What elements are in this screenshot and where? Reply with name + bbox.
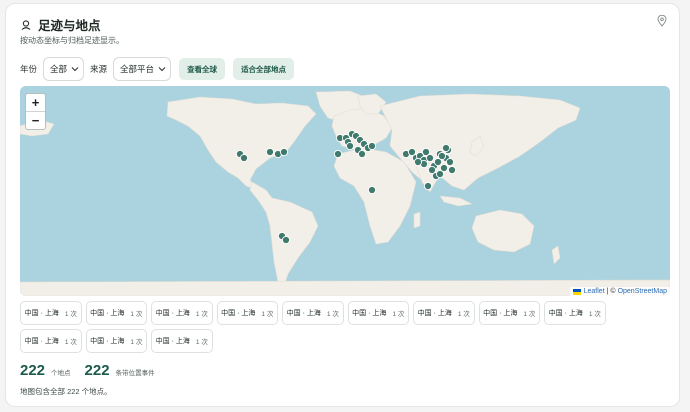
place-marker[interactable] [367,185,377,195]
leaflet-link[interactable]: Leaflet [584,288,605,295]
place-marker[interactable] [425,153,435,163]
place-chip-count: 1 次 [130,339,143,346]
place-marker[interactable] [281,235,291,245]
place-chip-count: 1 次 [130,311,143,318]
place-chip[interactable]: 中国 · 上海 1 次 [216,301,278,325]
events-count: 222 [84,362,110,379]
place-chip[interactable]: 中国 · 上海 1 次 [347,301,409,325]
attribution-separator: | © [606,288,616,295]
place-marker[interactable] [367,141,377,151]
place-chip-name: 中国 · 上海 [155,310,190,317]
place-chip-name: 中国 · 上海 [483,310,518,317]
page-title: 足迹与地点 [38,19,101,33]
place-marker[interactable] [345,141,355,151]
map-canvas[interactable] [20,86,670,296]
place-chip-name: 中国 · 上海 [417,310,452,317]
place-marker[interactable] [445,157,455,167]
place-chip[interactable]: 中国 · 上海 1 次 [151,301,213,325]
stats-row: 222 个地点 222 条带位置事件 [20,362,163,379]
place-marker[interactable] [265,147,275,157]
place-chip-count: 1 次 [195,339,208,346]
place-marker[interactable] [437,151,447,161]
place-chip-count: 1 次 [195,311,208,318]
source-select-value: 全部平台 [120,64,155,74]
places-count-label: 个地点 [51,370,71,377]
place-chip-name: 中国 · 上海 [352,310,387,317]
year-label: 年份 [20,64,38,74]
place-chip-name: 中国 · 上海 [155,338,190,345]
place-marker[interactable] [239,153,249,163]
place-chip-list: 中国 · 上海 1 次中国 · 上海 1 次中国 · 上海 1 次中国 · 上海 1 次… [20,301,620,353]
fit-all-places-button[interactable]: 适合全部地点 [233,58,295,80]
chevron-down-icon [158,67,166,72]
places-count: 222 [20,362,46,379]
place-chip-name: 中国 · 上海 [90,310,125,317]
place-marker[interactable] [423,181,433,191]
place-chip-name: 中国 · 上海 [548,310,583,317]
zoom-control: + − [25,93,46,130]
source-label: 来源 [90,64,108,74]
osm-link[interactable]: OpenStreetMap [618,288,667,295]
place-chip-name: 中国 · 上海 [24,310,59,317]
place-marker[interactable] [279,147,289,157]
map-footnote: 地图包含全部 222 个地点。 [20,387,112,396]
place-chip-count: 1 次 [261,311,274,318]
place-chip-count: 1 次 [326,311,339,318]
place-chip[interactable]: 中国 · 上海 1 次 [20,329,82,353]
place-marker[interactable] [435,169,445,179]
place-chip[interactable]: 中国 · 上海 1 次 [413,301,475,325]
place-marker[interactable] [413,157,423,167]
place-marker[interactable] [441,143,451,153]
place-chip-count: 1 次 [588,311,601,318]
place-chip-count: 1 次 [64,311,77,318]
year-select-value: 全部 [50,64,68,74]
place-chip-name: 中国 · 上海 [90,338,125,345]
place-chip[interactable]: 中国 · 上海 1 次 [20,301,82,325]
footprint-icon [21,19,31,30]
ukraine-flag-icon [572,288,581,295]
place-chip-count: 1 次 [392,311,405,318]
place-marker[interactable] [357,149,367,159]
place-chip-count: 1 次 [64,339,77,346]
events-count-label: 条带位置事件 [115,370,155,377]
place-chip-count: 1 次 [523,311,536,318]
map-pin-icon [657,15,667,27]
chevron-down-icon [71,67,79,72]
place-chip[interactable]: 中国 · 上海 1 次 [85,301,147,325]
zoom-out-button[interactable]: − [26,111,45,129]
view-world-button[interactable]: 查看全球 [179,58,226,80]
place-chip[interactable]: 中国 · 上海 1 次 [478,301,540,325]
place-chip-name: 中国 · 上海 [286,310,321,317]
place-chip[interactable]: 中国 · 上海 1 次 [151,329,213,353]
place-chip-name: 中国 · 上海 [221,310,256,317]
place-chip[interactable]: 中国 · 上海 1 次 [85,329,147,353]
world-map[interactable]: + − Leaflet | © OpenStreetMap [20,86,670,296]
source-select[interactable]: 全部平台 [113,57,172,81]
zoom-in-button[interactable]: + [26,94,45,111]
place-marker[interactable] [333,149,343,159]
filter-bar: 年份 全部 来源 全部平台 查看全球 适合全部地点 [20,56,295,82]
map-attribution: Leaflet | © OpenStreetMap [569,287,670,296]
card-header: 足迹与地点 [20,15,101,34]
place-chip[interactable]: 中国 · 上海 1 次 [282,301,344,325]
place-chip[interactable]: 中国 · 上海 1 次 [544,301,606,325]
place-chip-count: 1 次 [457,311,470,318]
place-marker[interactable] [447,165,457,175]
footprint-card: 足迹与地点 按动态坐标与归档足迹显示。 年份 全部 来源 全部平台 查看全球 适… [5,3,680,407]
year-select[interactable]: 全部 [43,57,85,81]
place-chip-name: 中国 · 上海 [24,338,59,345]
page-subtitle: 按动态坐标与归档足迹显示。 [20,36,124,45]
